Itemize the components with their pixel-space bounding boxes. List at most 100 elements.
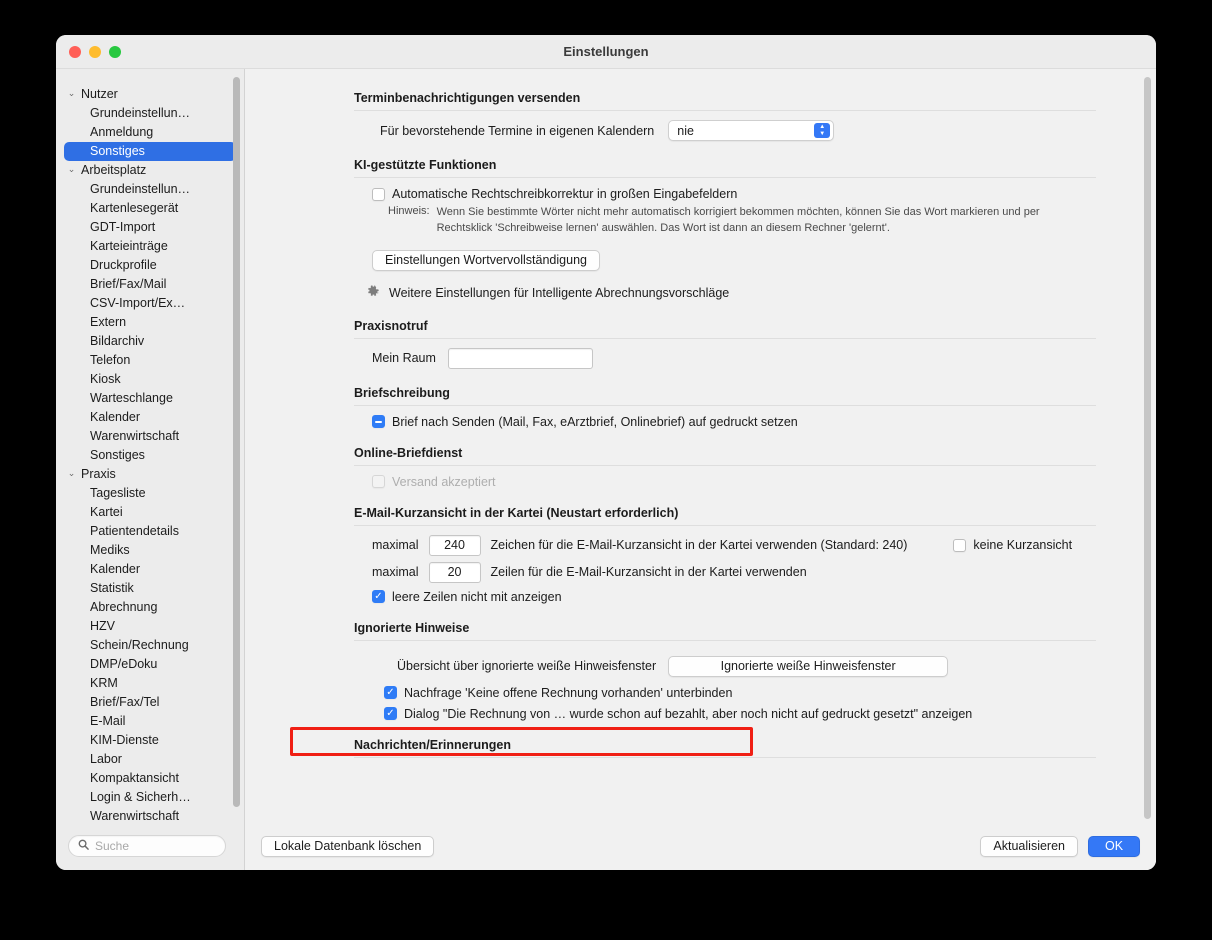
sidebar-item-grundeinstellun[interactable]: Grundeinstellun… xyxy=(64,180,236,199)
dialog-rechnung-label: Dialog "Die Rechnung von … wurde schon a… xyxy=(404,706,973,721)
sidebar-item-telefon[interactable]: Telefon xyxy=(64,351,236,370)
sidebar-item-sonstiges[interactable]: Sonstiges xyxy=(64,446,236,465)
billing-settings-link[interactable]: Weitere Einstellungen für Intelligente A… xyxy=(389,286,729,300)
termin-popup-button[interactable]: nie ▲ ▼ xyxy=(668,120,835,141)
sidebar-item-krm[interactable]: KRM xyxy=(64,674,236,693)
versand-akzeptiert-label: Versand akzeptiert xyxy=(392,474,496,489)
ok-button[interactable]: OK xyxy=(1088,835,1140,857)
keine-kurzansicht-checkbox[interactable] xyxy=(953,538,967,552)
sidebar-item-praxis[interactable]: ⌄ Praxis xyxy=(64,465,236,484)
dialog-rechnung-checkbox[interactable]: ✓ xyxy=(384,707,397,721)
delete-local-database-button[interactable]: Lokale Datenbank löschen xyxy=(261,835,435,857)
sidebar-item-e-mail[interactable]: E-Mail xyxy=(64,712,236,731)
sidebar-item-mediks[interactable]: Mediks xyxy=(64,541,236,560)
ignorierte-hinweisfenster-button[interactable]: Ignorierte weiße Hinweisfenster xyxy=(668,655,949,677)
autocorrect-checkbox[interactable] xyxy=(372,187,385,201)
sidebar-item-dmp-edoku[interactable]: DMP/eDoku xyxy=(64,655,236,674)
leere-zeilen-row[interactable]: ✓ leere Zeilen nicht mit anzeigen xyxy=(354,583,1096,604)
sidebar-item-label: Arbeitsplatz xyxy=(81,163,147,177)
max-lines-input[interactable]: 20 xyxy=(428,561,481,583)
sidebar-item-karteieintr-ge[interactable]: Karteieinträge xyxy=(64,237,236,256)
sidebar-item-statistik[interactable]: Statistik xyxy=(64,579,236,598)
hint-label: Hinweis: xyxy=(388,205,430,217)
chevron-down-icon[interactable]: ⌄ xyxy=(66,465,77,483)
mein-raum-input[interactable] xyxy=(447,347,593,369)
sidebar-item-login-sicherh[interactable]: Login & Sicherh… xyxy=(64,788,236,807)
sidebar-item-warenwirtschaft[interactable]: Warenwirtschaft xyxy=(64,427,236,446)
autocorrect-checkbox-row[interactable]: Automatische Rechtschreibkorrektur in gr… xyxy=(354,187,1096,201)
sidebar-item-label: Brief/Fax/Mail xyxy=(90,277,167,291)
section-email-kurzansicht: E-Mail-Kurzansicht in der Kartei (Neusta… xyxy=(354,506,1096,604)
sidebar-footer: Suche xyxy=(56,822,244,870)
sidebar-item-label: Grundeinstellun… xyxy=(90,182,191,196)
sidebar-item-label: GDT-Import xyxy=(90,220,156,234)
divider xyxy=(354,110,1096,111)
section-nachrichten-erinnerungen: Nachrichten/Erinnerungen xyxy=(354,738,1096,758)
brief-nach-senden-label: Brief nach Senden (Mail, Fax, eArztbrief… xyxy=(392,414,798,429)
window-titlebar: Einstellungen xyxy=(56,35,1156,69)
sidebar-item-brief-fax-mail[interactable]: Brief/Fax/Mail xyxy=(64,275,236,294)
brief-nach-senden-checkbox[interactable] xyxy=(372,415,385,429)
sidebar-item-schein-rechnung[interactable]: Schein/Rechnung xyxy=(64,636,236,655)
sidebar-item-label: Tagesliste xyxy=(90,486,146,500)
sidebar-item-label: Grundeinstellun… xyxy=(90,106,191,120)
keine-kurzansicht-label: keine Kurzansicht xyxy=(973,538,1073,553)
divider xyxy=(354,464,1096,466)
divider xyxy=(354,524,1096,526)
main-scrollbar[interactable] xyxy=(1142,75,1153,819)
search-input[interactable]: Suche xyxy=(68,835,226,857)
sidebar-item-arbeitsplatz[interactable]: ⌄ Arbeitsplatz xyxy=(64,161,236,180)
sidebar-item-kartenleseger-t[interactable]: Kartenlesegerät xyxy=(64,199,236,218)
sidebar-item-kalender[interactable]: Kalender xyxy=(64,560,236,579)
brief-nach-senden-row[interactable]: Brief nach Senden (Mail, Fax, eArztbrief… xyxy=(354,415,1096,429)
sidebar-item-brief-fax-tel[interactable]: Brief/Fax/Tel xyxy=(64,693,236,712)
nachfrage-rechnung-row[interactable]: ✓ Nachfrage 'Keine offene Rechnung vorha… xyxy=(354,677,1096,700)
sidebar-item-hzv[interactable]: HZV xyxy=(64,617,236,636)
sidebar-item-gdt-import[interactable]: GDT-Import xyxy=(64,218,236,237)
sidebar-item-label: Bildarchiv xyxy=(90,334,145,348)
section-praxisnotruf: Praxisnotruf Mein Raum xyxy=(354,319,1096,369)
sidebar-item-label: Brief/Fax/Tel xyxy=(90,695,160,709)
sidebar-item-csv-import-ex[interactable]: CSV-Import/Ex… xyxy=(64,294,236,313)
window-title: Einstellungen xyxy=(563,44,649,59)
sidebar-item-sonstiges[interactable]: Sonstiges xyxy=(64,142,236,161)
sidebar-item-anmeldung[interactable]: Anmeldung xyxy=(64,123,236,142)
nachfrage-rechnung-checkbox[interactable]: ✓ xyxy=(384,686,397,700)
keine-kurzansicht-row[interactable]: keine Kurzansicht xyxy=(953,538,1072,552)
sidebar-scrollbar-thumb[interactable] xyxy=(233,77,240,807)
sidebar-item-extern[interactable]: Extern xyxy=(64,313,236,332)
sidebar-item-patientendetails[interactable]: Patientendetails xyxy=(64,522,236,541)
refresh-button[interactable]: Aktualisieren xyxy=(980,835,1078,857)
row1-prefix-label: maximal xyxy=(372,538,419,553)
sidebar-item-grundeinstellun[interactable]: Grundeinstellun… xyxy=(64,104,236,123)
sidebar-item-warenwirtschaft[interactable]: Warenwirtschaft xyxy=(64,807,236,822)
leere-zeilen-checkbox[interactable]: ✓ xyxy=(372,590,385,604)
sidebar-item-kim-dienste[interactable]: KIM-Dienste xyxy=(64,731,236,750)
sidebar-item-druckprofile[interactable]: Druckprofile xyxy=(64,256,236,275)
sidebar-item-kalender[interactable]: Kalender xyxy=(64,408,236,427)
chevron-down-icon[interactable]: ⌄ xyxy=(66,85,77,103)
max-chars-input[interactable]: 240 xyxy=(428,534,481,556)
sidebar-item-kiosk[interactable]: Kiosk xyxy=(64,370,236,389)
chevron-down-icon[interactable]: ⌄ xyxy=(66,161,77,179)
sidebar-item-label: Schein/Rechnung xyxy=(90,638,189,652)
wordcompletion-settings-button[interactable]: Einstellungen Wortvervollständigung xyxy=(372,249,600,271)
sidebar-item-label: HZV xyxy=(90,619,115,633)
sidebar-item-warteschlange[interactable]: Warteschlange xyxy=(64,389,236,408)
dialog-rechnung-row[interactable]: ✓ Dialog "Die Rechnung von … wurde schon… xyxy=(354,700,1096,721)
sidebar-item-bildarchiv[interactable]: Bildarchiv xyxy=(64,332,236,351)
row2-prefix-label: maximal xyxy=(372,565,419,580)
ignorierte-uebersicht-label: Übersicht über ignorierte weiße Hinweisf… xyxy=(397,659,657,674)
sidebar-item-label: Warenwirtschaft xyxy=(90,809,180,822)
sidebar-item-label: Kiosk xyxy=(90,372,121,386)
termin-popup-value: nie xyxy=(677,123,694,138)
sidebar-item-labor[interactable]: Labor xyxy=(64,750,236,769)
sidebar-item-nutzer[interactable]: ⌄ Nutzer xyxy=(64,85,236,104)
sidebar-scrollbar[interactable] xyxy=(231,75,242,816)
sidebar-item-kartei[interactable]: Kartei xyxy=(64,503,236,522)
main-scrollbar-thumb[interactable] xyxy=(1144,77,1151,819)
settings-window: Einstellungen ⌄ Nutzer Grundeinstellun… Anm… xyxy=(56,35,1156,870)
sidebar-item-kompaktansicht[interactable]: Kompaktansicht xyxy=(64,769,236,788)
sidebar-item-tagesliste[interactable]: Tagesliste xyxy=(64,484,236,503)
sidebar-item-abrechnung[interactable]: Abrechnung xyxy=(64,598,236,617)
